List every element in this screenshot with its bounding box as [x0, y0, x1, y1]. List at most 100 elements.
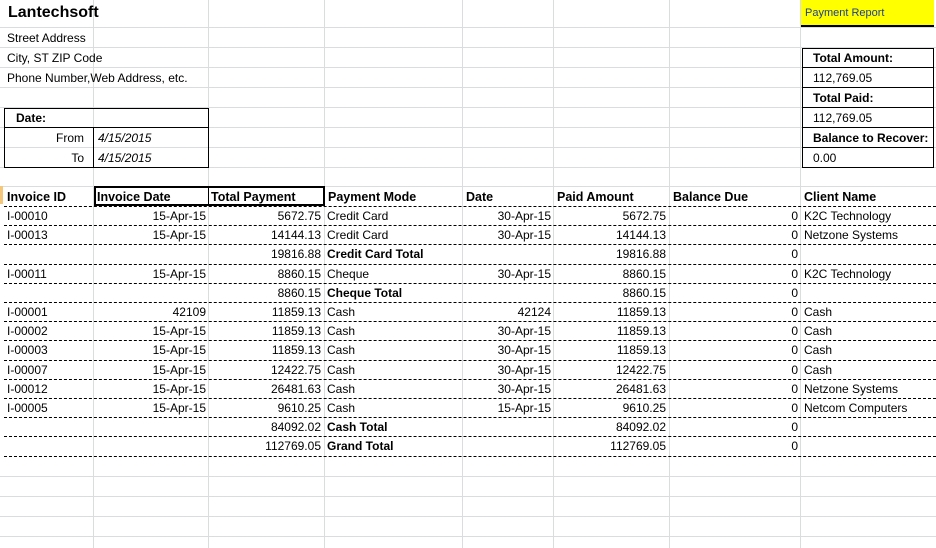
- cell-client-name[interactable]: Netzone Systems: [804, 226, 934, 245]
- cell-payment-mode[interactable]: Credit Card: [327, 207, 461, 226]
- cell-paid-amount[interactable]: 8860.15: [554, 284, 666, 303]
- cell-client-name[interactable]: [804, 245, 934, 264]
- cell-invoice-date[interactable]: [94, 437, 206, 456]
- cell-payment-mode[interactable]: Credit Card Total: [327, 245, 461, 264]
- cell-date[interactable]: 30-Apr-15: [463, 322, 551, 341]
- cell-invoice-id[interactable]: [7, 418, 91, 437]
- cell-total-payment[interactable]: 84092.02: [209, 418, 321, 437]
- cell-client-name[interactable]: Netcom Computers: [804, 399, 934, 418]
- cell-date[interactable]: 30-Apr-15: [463, 380, 551, 399]
- cell-invoice-id[interactable]: I-00001: [7, 303, 91, 322]
- to-date[interactable]: 4/15/2015: [98, 149, 151, 168]
- cell-payment-mode[interactable]: Cash: [327, 322, 461, 341]
- cell-invoice-date[interactable]: 15-Apr-15: [94, 361, 206, 380]
- cell-balance-due[interactable]: 0: [670, 361, 798, 380]
- header-balance-due[interactable]: Balance Due: [673, 188, 748, 207]
- cell-invoice-id[interactable]: I-00013: [7, 226, 91, 245]
- cell-balance-due[interactable]: 0: [670, 399, 798, 418]
- cell-payment-mode[interactable]: Cash: [327, 399, 461, 418]
- cell-balance-due[interactable]: 0: [670, 437, 798, 456]
- cell-client-name[interactable]: K2C Technology: [804, 265, 934, 284]
- cell-total-payment[interactable]: 12422.75: [209, 361, 321, 380]
- cell-balance-due[interactable]: 0: [670, 341, 798, 360]
- cell-balance-due[interactable]: 0: [670, 207, 798, 226]
- cell-invoice-date[interactable]: 15-Apr-15: [94, 399, 206, 418]
- cell-balance-due[interactable]: 0: [670, 245, 798, 264]
- cell-date[interactable]: [463, 284, 551, 303]
- cell-invoice-date[interactable]: 15-Apr-15: [94, 341, 206, 360]
- cell-invoice-date[interactable]: 15-Apr-15: [94, 226, 206, 245]
- cell-paid-amount[interactable]: 8860.15: [554, 265, 666, 284]
- selected-cell-range[interactable]: [94, 186, 325, 206]
- cell-client-name[interactable]: Cash: [804, 322, 934, 341]
- cell-invoice-date[interactable]: [94, 245, 206, 264]
- cell-balance-due[interactable]: 0: [670, 380, 798, 399]
- cell-client-name[interactable]: Netzone Systems: [804, 380, 934, 399]
- cell-client-name[interactable]: [804, 284, 934, 303]
- cell-invoice-id[interactable]: I-00011: [7, 265, 91, 284]
- cell-payment-mode[interactable]: Cash: [327, 303, 461, 322]
- cell-invoice-date[interactable]: [94, 418, 206, 437]
- header-date[interactable]: Date: [466, 188, 493, 207]
- cell-paid-amount[interactable]: 84092.02: [554, 418, 666, 437]
- cell-paid-amount[interactable]: 19816.88: [554, 245, 666, 264]
- cell-paid-amount[interactable]: 11859.13: [554, 341, 666, 360]
- cell-date[interactable]: [463, 437, 551, 456]
- cell-total-payment[interactable]: 26481.63: [209, 380, 321, 399]
- header-paid-amount[interactable]: Paid Amount: [557, 188, 634, 207]
- cell-payment-mode[interactable]: Cheque Total: [327, 284, 461, 303]
- cell-client-name[interactable]: Cash: [804, 361, 934, 380]
- cell-date[interactable]: 30-Apr-15: [463, 265, 551, 284]
- cell-date[interactable]: [463, 245, 551, 264]
- cell-invoice-date[interactable]: 15-Apr-15: [94, 380, 206, 399]
- cell-invoice-id[interactable]: [7, 284, 91, 303]
- cell-client-name[interactable]: Cash: [804, 303, 934, 322]
- cell-balance-due[interactable]: 0: [670, 303, 798, 322]
- cell-paid-amount[interactable]: 26481.63: [554, 380, 666, 399]
- cell-client-name[interactable]: [804, 418, 934, 437]
- cell-date[interactable]: 30-Apr-15: [463, 341, 551, 360]
- cell-client-name[interactable]: Cash: [804, 341, 934, 360]
- cell-total-payment[interactable]: 19816.88: [209, 245, 321, 264]
- from-date[interactable]: 4/15/2015: [98, 129, 151, 148]
- cell-invoice-id[interactable]: I-00002: [7, 322, 91, 341]
- cell-balance-due[interactable]: 0: [670, 226, 798, 245]
- cell-paid-amount[interactable]: 5672.75: [554, 207, 666, 226]
- cell-invoice-id[interactable]: I-00012: [7, 380, 91, 399]
- cell-paid-amount[interactable]: 11859.13: [554, 322, 666, 341]
- header-invoice-id[interactable]: Invoice ID: [7, 188, 66, 207]
- cell-total-payment[interactable]: 9610.25: [209, 399, 321, 418]
- cell-payment-mode[interactable]: Cash: [327, 341, 461, 360]
- cell-date[interactable]: 15-Apr-15: [463, 399, 551, 418]
- cell-payment-mode[interactable]: Grand Total: [327, 437, 461, 456]
- cell-invoice-date[interactable]: 42109: [94, 303, 206, 322]
- cell-balance-due[interactable]: 0: [670, 265, 798, 284]
- cell-balance-due[interactable]: 0: [670, 418, 798, 437]
- cell-balance-due[interactable]: 0: [670, 284, 798, 303]
- cell-total-payment[interactable]: 112769.05: [209, 437, 321, 456]
- cell-payment-mode[interactable]: Cash Total: [327, 418, 461, 437]
- header-payment-mode[interactable]: Payment Mode: [328, 188, 416, 207]
- cell-paid-amount[interactable]: 11859.13: [554, 303, 666, 322]
- cell-paid-amount[interactable]: 12422.75: [554, 361, 666, 380]
- cell-invoice-id[interactable]: [7, 437, 91, 456]
- cell-total-payment[interactable]: 8860.15: [209, 265, 321, 284]
- cell-balance-due[interactable]: 0: [670, 322, 798, 341]
- cell-total-payment[interactable]: 5672.75: [209, 207, 321, 226]
- cell-total-payment[interactable]: 11859.13: [209, 303, 321, 322]
- cell-payment-mode[interactable]: Credit Card: [327, 226, 461, 245]
- cell-invoice-date[interactable]: 15-Apr-15: [94, 207, 206, 226]
- cell-invoice-id[interactable]: [7, 245, 91, 264]
- cell-invoice-id[interactable]: I-00010: [7, 207, 91, 226]
- cell-invoice-date[interactable]: 15-Apr-15: [94, 322, 206, 341]
- cell-paid-amount[interactable]: 14144.13: [554, 226, 666, 245]
- cell-date[interactable]: 30-Apr-15: [463, 207, 551, 226]
- cell-date[interactable]: 42124: [463, 303, 551, 322]
- cell-payment-mode[interactable]: Cash: [327, 380, 461, 399]
- cell-client-name[interactable]: [804, 437, 934, 456]
- header-client-name[interactable]: Client Name: [804, 188, 876, 207]
- cell-payment-mode[interactable]: Cheque: [327, 265, 461, 284]
- cell-payment-mode[interactable]: Cash: [327, 361, 461, 380]
- cell-paid-amount[interactable]: 112769.05: [554, 437, 666, 456]
- cell-invoice-id[interactable]: I-00007: [7, 361, 91, 380]
